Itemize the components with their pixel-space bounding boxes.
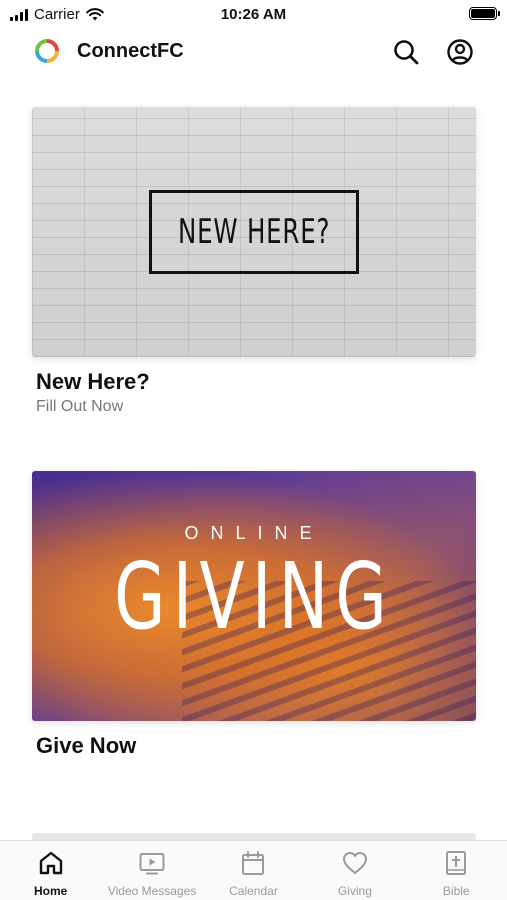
search-button[interactable] <box>392 38 420 66</box>
battery-icon <box>469 7 500 20</box>
video-icon <box>139 853 165 875</box>
calendar-icon <box>242 851 265 875</box>
tab-giving[interactable]: Giving <box>304 841 405 900</box>
give-now-card[interactable]: ONLINE GIVING Give Now <box>32 471 476 771</box>
app-title: ConnectFC <box>77 40 184 62</box>
account-button[interactable] <box>446 38 474 66</box>
new-here-image[interactable]: NEW HERE? <box>32 107 476 357</box>
account-icon <box>447 39 473 65</box>
heart-icon <box>342 852 367 874</box>
new-here-title: New Here? <box>36 369 150 394</box>
new-here-sign: NEW HERE? <box>149 190 359 274</box>
online-image-text: ONLINE <box>184 523 324 543</box>
status-time: 10:26 AM <box>220 6 287 23</box>
tab-bar: Home Video Messages Calendar Giving Bibl… <box>0 840 507 900</box>
search-icon <box>394 40 419 65</box>
new-here-image-text: NEW HERE? <box>177 212 331 252</box>
home-icon <box>39 851 62 875</box>
new-here-subtitle: Fill Out Now <box>36 398 124 415</box>
tab-home-label: Home <box>34 884 68 898</box>
tab-calendar-label: Calendar <box>229 884 278 898</box>
tab-calendar[interactable]: Calendar <box>203 841 304 900</box>
app-header: ConnectFC <box>0 30 507 76</box>
new-here-card[interactable]: NEW HERE? New Here? Fill Out Now <box>32 107 476 422</box>
tab-video-messages-label: Video Messages <box>107 884 197 898</box>
give-now-title: Give Now <box>36 733 137 758</box>
tab-giving-label: Giving <box>337 884 372 898</box>
tab-bible[interactable]: Bible <box>406 841 507 900</box>
bible-icon <box>446 851 467 875</box>
tab-home[interactable]: Home <box>0 841 101 900</box>
online-giving-image[interactable]: ONLINE GIVING <box>32 471 476 721</box>
giving-image-text: GIVING <box>114 543 394 650</box>
tab-bible-label: Bible <box>442 884 470 898</box>
status-bar: Carrier 10:26 AM <box>0 0 507 30</box>
connectfc-logo-icon <box>35 39 59 63</box>
tab-video-messages[interactable]: Video Messages <box>101 841 202 900</box>
